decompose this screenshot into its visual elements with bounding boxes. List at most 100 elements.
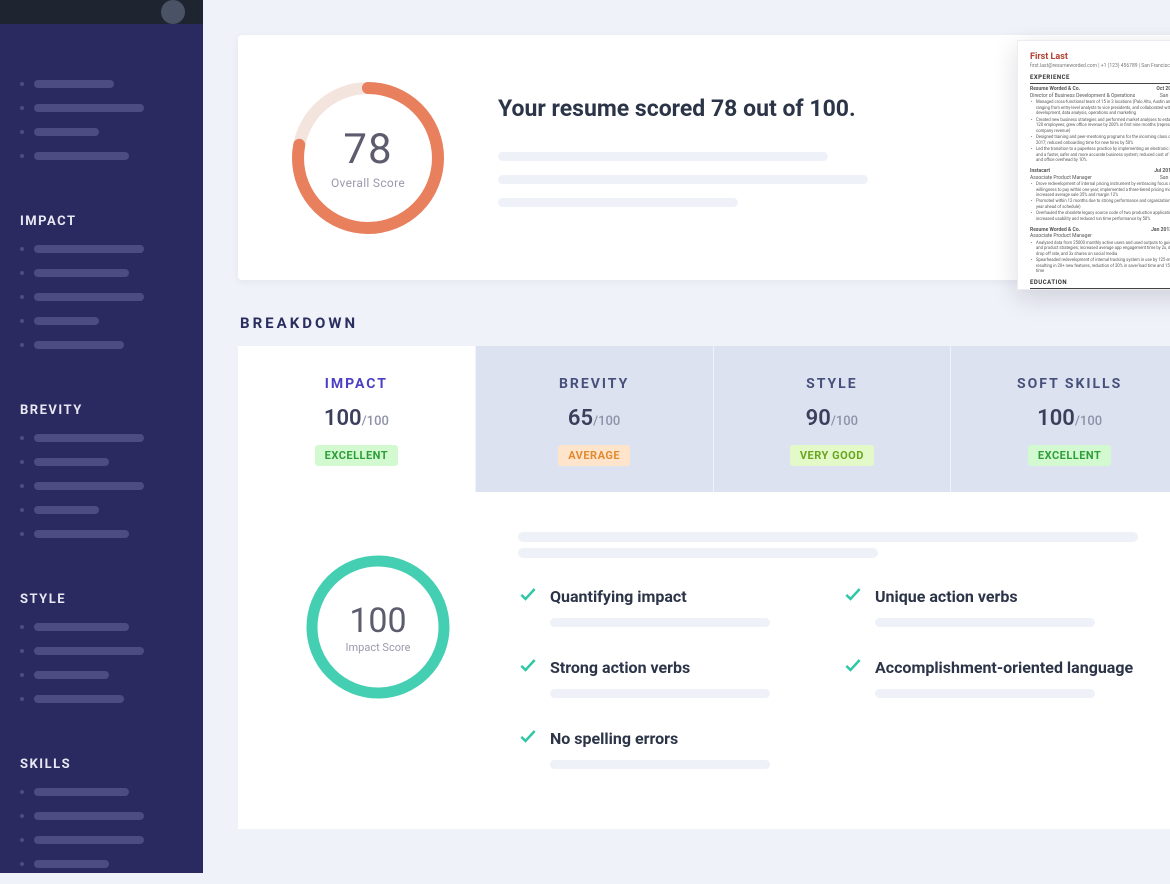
- tab-score-value: 100: [1037, 406, 1075, 431]
- text-placeholder: [550, 618, 770, 627]
- nav-item-placeholder[interactable]: [34, 530, 129, 538]
- resume-bullet: Managed cross-functional team of 15 in 3…: [1030, 100, 1170, 117]
- check-icon: [518, 726, 538, 750]
- tab-soft-skills[interactable]: SOFT SKILLS 100/100 EXCELLENT: [951, 346, 1170, 492]
- text-placeholder: [875, 618, 1095, 627]
- text-placeholder: [550, 760, 770, 769]
- nav-brevity-group: [0, 418, 203, 554]
- impact-score-label: Impact Score: [346, 641, 411, 654]
- nav-top-group: [0, 24, 203, 176]
- tab-label: SOFT SKILLS: [961, 376, 1170, 392]
- nav-heading-style[interactable]: STYLE: [0, 592, 203, 607]
- tab-score-value: 100: [324, 406, 362, 431]
- nav-heading-impact[interactable]: IMPACT: [0, 214, 203, 229]
- avatar[interactable]: [161, 0, 185, 24]
- tab-score: 100/100: [248, 406, 465, 431]
- overall-score-value: 78: [343, 125, 392, 174]
- nav-item-placeholder[interactable]: [34, 671, 109, 679]
- tab-impact[interactable]: IMPACT 100/100 EXCELLENT: [238, 346, 476, 492]
- nav-impact-group: [0, 229, 203, 365]
- nav-item-placeholder[interactable]: [34, 293, 144, 301]
- tab-brevity[interactable]: BREVITY 65/100 AVERAGE: [476, 346, 714, 492]
- impact-score-ring: 100 Impact Score: [278, 532, 478, 769]
- tab-label: STYLE: [724, 376, 941, 392]
- resume-bullet: Analyzed data from 25000 monthly active …: [1030, 241, 1170, 258]
- resume-bullet: Promoted within 12 months due to strong …: [1030, 199, 1170, 210]
- check-label: Quantifying impact: [550, 587, 687, 606]
- nav-heading-skills[interactable]: SKILLS: [0, 757, 203, 772]
- nav-item-placeholder[interactable]: [34, 152, 129, 160]
- nav-item-placeholder[interactable]: [34, 812, 144, 820]
- nav-item-placeholder[interactable]: [34, 623, 129, 631]
- nav-item-placeholder[interactable]: [34, 434, 144, 442]
- resume-bullet: Led the transition to a paperless practi…: [1030, 147, 1170, 164]
- breakdown-tabs: IMPACT 100/100 EXCELLENT BREVITY 65/100 …: [238, 346, 1170, 492]
- nav-item-placeholder[interactable]: [34, 647, 144, 655]
- nav-item-placeholder[interactable]: [34, 482, 144, 490]
- resume-company: Instacart: [1030, 168, 1050, 175]
- tab-score: 65/100: [486, 406, 703, 431]
- tab-label: IMPACT: [248, 376, 465, 392]
- nav-style-group: [0, 607, 203, 719]
- nav-item-placeholder[interactable]: [34, 104, 144, 112]
- tab-score: 90/100: [724, 406, 941, 431]
- check-no-spelling-errors[interactable]: No spelling errors: [518, 726, 813, 769]
- tab-rating-badge: AVERAGE: [558, 445, 630, 466]
- resume-loc: San Francisco, CA: [1160, 175, 1170, 182]
- check-quantifying-impact[interactable]: Quantifying impact: [518, 584, 813, 627]
- overall-score-label: Overall Score: [331, 176, 405, 190]
- sidebar: IMPACT BREVITY STYLE SKILLS: [0, 0, 203, 873]
- nav-item-placeholder[interactable]: [34, 269, 129, 277]
- nav-item-placeholder[interactable]: [34, 695, 124, 703]
- nav-item-placeholder[interactable]: [34, 128, 99, 136]
- nav-item-placeholder[interactable]: [34, 80, 114, 88]
- text-placeholder: [518, 548, 878, 558]
- nav-heading-brevity[interactable]: BREVITY: [0, 403, 203, 418]
- tab-score-value: 65: [568, 406, 593, 431]
- nav-item-placeholder[interactable]: [34, 506, 99, 514]
- tab-score-denom: /100: [593, 414, 620, 429]
- tab-score-denom: /100: [1075, 414, 1102, 429]
- nav-item-placeholder[interactable]: [34, 245, 144, 253]
- nav-item-placeholder[interactable]: [34, 836, 144, 844]
- resume-name: First Last: [1030, 51, 1170, 63]
- check-label: Accomplishment-oriented language: [875, 658, 1133, 677]
- resume-title: Director of Business Development & Opera…: [1030, 93, 1135, 100]
- nav-item-placeholder[interactable]: [34, 860, 109, 868]
- tab-style[interactable]: STYLE 90/100 VERY GOOD: [714, 346, 952, 492]
- overall-score-card: 78 Overall Score Your resume scored 78 o…: [238, 35, 1170, 280]
- resume-contact: first.last@resumeworded.com | +1 (123) 4…: [1030, 63, 1170, 70]
- check-unique-action-verbs[interactable]: Unique action verbs: [843, 584, 1138, 627]
- nav-item-placeholder[interactable]: [34, 317, 99, 325]
- tab-label: BREVITY: [486, 376, 703, 392]
- text-placeholder: [875, 689, 1095, 698]
- nav-item-placeholder[interactable]: [34, 341, 124, 349]
- impact-checks-list: Quantifying impact Unique action verbs S…: [518, 584, 1138, 769]
- check-label: No spelling errors: [550, 729, 678, 748]
- tab-score: 100/100: [961, 406, 1170, 431]
- sidebar-topbar: [0, 0, 203, 24]
- check-strong-action-verbs[interactable]: Strong action verbs: [518, 655, 813, 698]
- check-icon: [843, 584, 863, 608]
- resume-dates: Jul 2015 – Oct 2017: [1154, 168, 1170, 175]
- tab-rating-badge: VERY GOOD: [790, 445, 874, 466]
- resume-loc: San Francisco, CA: [1160, 93, 1170, 100]
- breakdown-heading: BREAKDOWN: [240, 314, 1170, 332]
- check-icon: [518, 584, 538, 608]
- tab-rating-badge: EXCELLENT: [1028, 445, 1111, 466]
- nav-item-placeholder[interactable]: [34, 788, 129, 796]
- resume-section-experience: EXPERIENCE: [1030, 74, 1170, 84]
- main-content: 78 Overall Score Your resume scored 78 o…: [203, 0, 1170, 873]
- text-placeholder: [498, 198, 738, 207]
- tab-score-value: 90: [806, 406, 831, 431]
- impact-score-value: 100: [349, 601, 406, 641]
- resume-preview-thumbnail[interactable]: First Last first.last@resumeworded.com |…: [1017, 40, 1170, 290]
- tab-rating-badge: EXCELLENT: [315, 445, 398, 466]
- nav-skills-group: [0, 772, 203, 884]
- summary-headline: Your resume scored 78 out of 100.: [498, 95, 908, 122]
- resume-dates: Oct 2017 – Present: [1156, 86, 1170, 93]
- check-accomplishment-language[interactable]: Accomplishment-oriented language: [843, 655, 1138, 698]
- resume-title: Associate Product Manager: [1030, 233, 1092, 240]
- nav-item-placeholder[interactable]: [34, 458, 109, 466]
- tab-score-denom: /100: [362, 414, 389, 429]
